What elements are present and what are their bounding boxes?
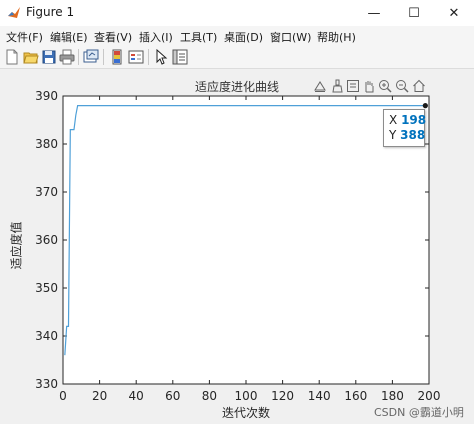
menu-view[interactable]: 查看(V) [94,29,132,45]
y-tick-label: 350 [35,281,58,295]
x-tick-label: 20 [92,389,107,403]
zoom-in-icon[interactable] [378,79,392,93]
toolbar-separator [148,49,149,65]
maximize-button[interactable]: ☐ [394,0,434,26]
chart-title: 适应度进化曲线 [195,80,280,94]
datatip-y-value: 388 [400,128,426,142]
figure-toolbar [0,46,474,69]
watermark: CSDN @霸道小明 [374,406,464,419]
zoom-out-icon[interactable] [395,79,409,93]
figure-canvas: 0 20 40 60 80 100 120 140 160 180 200 330 340 350 360 3… [0,69,474,424]
new-figure-icon[interactable] [4,49,20,65]
link-plot-icon[interactable] [83,49,99,65]
x-tick-label: 180 [381,389,404,403]
export-icon[interactable] [313,79,327,93]
menu-edit[interactable]: 编辑(E) [50,29,88,45]
menu-tools[interactable]: 工具(T) [180,29,217,45]
datatip-x-value: 198 [401,113,427,127]
y-axis-label: 适应度值 [9,221,24,270]
datatip-icon[interactable] [346,79,360,93]
x-tick-label: 60 [165,389,180,403]
menu-help[interactable]: 帮助(H) [317,29,356,45]
x-tick-label: 80 [202,389,217,403]
matlab-app-icon [8,7,20,18]
x-tick-label: 0 [59,389,67,403]
datatip-y-row: Y 388 [389,128,425,142]
menu-insert[interactable]: 插入(I) [139,29,173,45]
y-tick-label: 370 [35,185,58,199]
figure-window: Figure 1 — ☐ ✕ 文件(F) 编辑(E) 查看(V) 插入(I) 工… [0,0,474,424]
toolbar-separator [78,49,79,65]
brush-icon[interactable] [330,79,344,93]
datatip-x-label: X [389,113,398,127]
home-icon[interactable] [412,79,426,93]
x-tick-label: 140 [308,389,331,403]
edit-plot-icon[interactable] [153,49,169,65]
datatip-marker[interactable] [422,103,428,109]
datatip-y-label: Y [389,128,397,142]
axes-box[interactable] [62,95,430,385]
toolbar-separator [103,49,104,65]
menu-window[interactable]: 窗口(W) [270,29,311,45]
insert-colorbar-icon[interactable] [109,49,125,65]
title-bar: Figure 1 — ☐ ✕ [0,0,474,27]
open-file-icon[interactable] [23,49,39,65]
y-tick-label: 390 [35,89,58,103]
datatip-box[interactable]: X 198 Y 388 [383,109,426,147]
menu-file[interactable]: 文件(F) [6,29,43,45]
menu-desktop[interactable]: 桌面(D) [224,29,263,45]
close-button[interactable]: ✕ [434,0,474,26]
datatip-x-row: X 198 [389,113,426,127]
y-tick-label: 380 [35,137,58,151]
print-icon[interactable] [59,49,75,65]
minimize-button[interactable]: — [354,0,394,26]
x-tick-label: 120 [271,389,294,403]
x-tick-label: 100 [235,389,258,403]
property-inspector-icon[interactable] [172,49,188,65]
x-tick-label: 160 [344,389,367,403]
save-icon[interactable] [41,49,57,65]
x-tick-label: 40 [129,389,144,403]
menu-bar: 文件(F) 编辑(E) 查看(V) 插入(I) 工具(T) 桌面(D) 窗口(W… [0,26,474,46]
pan-icon[interactable] [362,79,376,93]
x-axis-label: 迭代次数 [222,406,271,420]
y-tick-label: 330 [35,377,58,391]
x-tick-label: 200 [418,389,441,403]
y-tick-label: 340 [35,329,58,343]
y-tick-label: 360 [35,233,58,247]
window-title: Figure 1 [26,5,75,19]
insert-legend-icon[interactable] [128,49,144,65]
